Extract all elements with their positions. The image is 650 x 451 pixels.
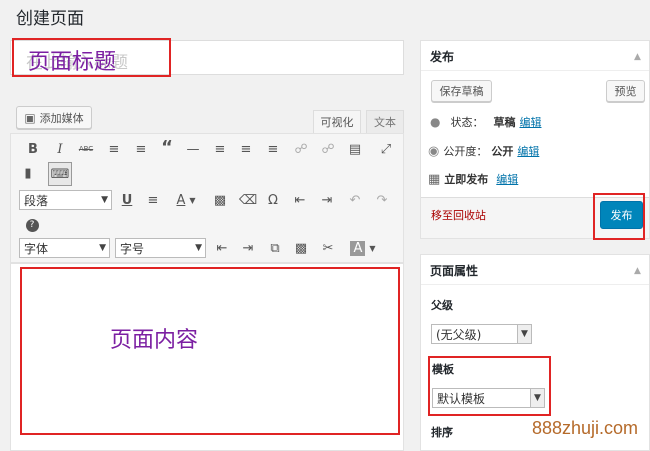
cut-icon[interactable]: ✂: [319, 239, 337, 257]
order-label: 排序: [431, 426, 453, 439]
align-center-icon[interactable]: ≡: [237, 140, 255, 158]
font-size-value: 字号: [120, 241, 145, 256]
indent-icon[interactable]: ⇥: [318, 191, 336, 209]
save-draft-button[interactable]: 保存草稿: [431, 80, 492, 102]
page-attributes-title: 页面属性: [430, 264, 479, 278]
clear-formatting-icon[interactable]: ⌫: [239, 191, 257, 209]
template-label: 模板: [432, 363, 454, 376]
bullet-list-icon[interactable]: ≡: [105, 140, 123, 158]
font-family-value: 字体: [24, 241, 49, 256]
parent-label: 父级: [431, 299, 453, 312]
status-value: 草稿: [493, 116, 516, 129]
format-select[interactable]: 段落 ▼: [19, 190, 112, 210]
chevron-down-icon: ▼: [195, 243, 202, 253]
schedule-row: ▦ 立即发布 编辑: [428, 171, 518, 187]
watermark-text: 888zhuji.com: [531, 418, 638, 438]
undo-icon[interactable]: ↶: [346, 191, 364, 209]
template-select[interactable]: 默认模板 ▼: [432, 388, 545, 408]
parent-select[interactable]: (无父级) ▼: [431, 324, 532, 344]
schedule-label: 立即发布: [444, 173, 489, 186]
font-size-select[interactable]: 字号 ▼: [115, 238, 206, 258]
status-edit-link[interactable]: 编辑: [519, 114, 541, 130]
parent-select-value: (无父级): [436, 327, 482, 342]
help-icon[interactable]: ?: [23, 216, 41, 234]
blockquote-icon[interactable]: “: [158, 137, 176, 158]
page-title: 创建页面: [16, 9, 84, 29]
status-label: 状态：: [450, 116, 484, 129]
fullscreen-icon[interactable]: ⤢: [377, 140, 395, 158]
bold-icon[interactable]: B: [24, 140, 42, 158]
publish-button[interactable]: 发布: [600, 201, 643, 229]
content-highlight-box: [20, 267, 400, 435]
paste-text-icon[interactable]: ▩: [211, 191, 229, 209]
text-color-letter: A: [176, 192, 186, 208]
tab-text[interactable]: 文本: [366, 110, 404, 133]
title-annotation: 页面标题: [28, 50, 117, 75]
pin-icon: ●: [430, 115, 441, 129]
tab-visual[interactable]: 可视化: [313, 110, 361, 133]
increase-indent-icon[interactable]: ⇥: [239, 239, 257, 257]
horizontal-rule-icon[interactable]: —: [184, 140, 202, 158]
chevron-down-icon: ▼: [530, 389, 544, 407]
chevron-down-icon: ▼: [101, 195, 108, 205]
omega-icon[interactable]: Ω: [264, 191, 282, 209]
visibility-label: 公开度：: [443, 145, 488, 158]
move-to-trash-link[interactable]: 移至回收站: [431, 207, 486, 223]
format-select-value: 段落: [24, 193, 49, 208]
add-media-button[interactable]: ▣ 添加媒体: [16, 106, 92, 129]
toolbar-toggle-icon[interactable]: ▮: [19, 164, 37, 182]
chevron-down-icon: ▼: [99, 243, 106, 253]
copy-icon[interactable]: ⧉: [266, 239, 284, 257]
visibility-row: ◉ 公开度： 公开 编辑: [428, 143, 539, 159]
calendar-icon: ▦: [428, 171, 441, 187]
preview-button[interactable]: 预览: [606, 80, 645, 102]
collapse-caret-icon[interactable]: ▲: [634, 52, 641, 62]
italic-icon[interactable]: I: [51, 140, 69, 158]
strikethrough-icon[interactable]: ABC: [77, 140, 95, 158]
template-select-value: 默认模板: [437, 391, 486, 406]
publish-box-title: 发布: [430, 50, 455, 64]
editor-toolbar: B I ABC ≡ ≡ “ — ≡ ≡ ≡ ☍ ☍ ▤ ⤢ ▮ ⌨ 段落 ▼ U…: [10, 133, 404, 263]
visibility-edit-link[interactable]: 编辑: [517, 143, 539, 159]
add-media-label: 添加媒体: [39, 111, 84, 125]
paste-icon[interactable]: ▩: [292, 239, 310, 257]
chevron-down-icon: ▼: [517, 325, 531, 343]
font-family-select[interactable]: 字体 ▼: [19, 238, 110, 258]
outdent-icon[interactable]: ⇤: [291, 191, 309, 209]
justify-icon[interactable]: ≡: [144, 191, 162, 209]
status-row: ● 状态： 草稿 编辑: [430, 114, 541, 130]
keyboard-icon[interactable]: ⌨: [48, 162, 72, 186]
divider: [421, 284, 649, 285]
collapse-caret-icon[interactable]: ▲: [634, 266, 641, 276]
decrease-indent-icon[interactable]: ⇤: [213, 239, 231, 257]
underline-icon[interactable]: U: [118, 191, 136, 209]
media-icon: ▣: [24, 110, 36, 125]
schedule-edit-link[interactable]: 编辑: [496, 171, 518, 187]
unlink-icon[interactable]: ☍: [319, 140, 337, 158]
text-color-icon[interactable]: A ▼: [171, 191, 201, 209]
read-more-icon[interactable]: ▤: [346, 140, 364, 158]
background-color-icon[interactable]: A ▼: [347, 239, 379, 257]
redo-icon[interactable]: ↷: [373, 191, 391, 209]
divider: [421, 70, 649, 71]
eye-icon: ◉: [428, 143, 440, 159]
visibility-value: 公开: [491, 145, 514, 158]
link-icon[interactable]: ☍: [292, 140, 310, 158]
align-right-icon[interactable]: ≡: [264, 140, 282, 158]
numbered-list-icon[interactable]: ≡: [132, 140, 150, 158]
content-annotation: 页面内容: [110, 328, 199, 353]
align-left-icon[interactable]: ≡: [211, 140, 229, 158]
